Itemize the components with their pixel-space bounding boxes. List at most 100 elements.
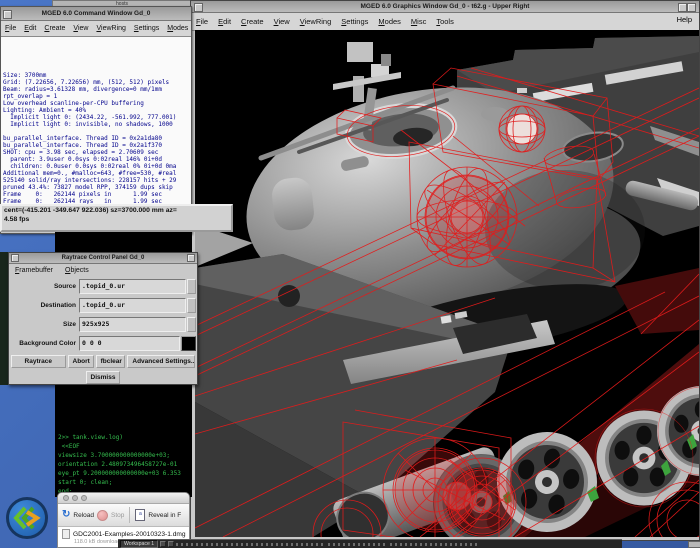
graphics-window: MGED 6.0 Graphics Window Gd_0 - t62.g - … bbox=[190, 0, 700, 541]
background-color-label: Background Color bbox=[10, 340, 79, 347]
source-menu-nub[interactable] bbox=[187, 279, 196, 294]
fps-status: 4.58 fps bbox=[4, 216, 229, 223]
raytrace-panel-menubar: FramebufferObjects bbox=[9, 264, 197, 277]
source-field[interactable]: .topid_0.ur bbox=[79, 279, 186, 294]
toolbar-divider bbox=[129, 507, 130, 523]
destination-field[interactable]: .topid_0.ur bbox=[79, 298, 186, 313]
terminal-line: viewsize 3.700000000000000e+03; bbox=[58, 451, 192, 460]
logo-arrows-icon bbox=[9, 500, 45, 536]
window-menu-icon[interactable] bbox=[11, 254, 19, 262]
graphics-window-title: MGED 6.0 Graphics Window Gd_0 - t62.g - … bbox=[361, 3, 530, 10]
dismiss-button[interactable]: Dismiss bbox=[86, 371, 121, 384]
raytrace-panel-title: Raytrace Control Panel Gd_0 bbox=[62, 255, 145, 261]
command-window: MGED 6.0 Command Window Gd_0 FileEditCre… bbox=[0, 6, 192, 234]
menu-item[interactable]: ViewRing bbox=[295, 15, 337, 28]
console-line: Beam: radius=3.61328 mm, divergence=0 mm… bbox=[3, 86, 191, 93]
raytrace-button[interactable]: Raytrace bbox=[11, 355, 66, 368]
command-window-titlebar[interactable]: MGED 6.0 Command Window Gd_0 bbox=[1, 7, 191, 21]
minimize-icon[interactable] bbox=[678, 3, 687, 12]
window-list-entry[interactable] bbox=[176, 543, 326, 546]
terminal-line: start 0; clean; bbox=[58, 478, 192, 487]
console-output[interactable]: Size: 3700mmGrid: (7.22656, 7.22656) mm,… bbox=[1, 37, 191, 207]
source-row: Source .topid_0.ur bbox=[9, 277, 197, 296]
menu-item[interactable]: Create bbox=[40, 23, 69, 34]
window-menu-icon[interactable] bbox=[3, 10, 12, 19]
menu-item[interactable]: Create bbox=[236, 15, 269, 28]
console-line: bu_parallel_interface. Thread ID = 0x2a1… bbox=[3, 135, 191, 142]
graphics-menubar: FileEditCreateViewViewRingSettingsModesM… bbox=[191, 13, 699, 31]
menu-item[interactable]: View bbox=[269, 15, 295, 28]
raytrace-control-panel: Raytrace Control Panel Gd_0 FramebufferO… bbox=[8, 252, 198, 385]
download-toolbar: ↻ Reload Stop a Reveal in F bbox=[58, 504, 189, 527]
menu-item[interactable]: Objects bbox=[59, 265, 95, 276]
pager-mini-window[interactable] bbox=[168, 541, 174, 547]
resize-grip[interactable] bbox=[688, 541, 700, 548]
window-menu-icon[interactable] bbox=[194, 3, 203, 12]
script-terminal[interactable]: 2>> tank.view.log) <<EOFviewsize 3.70000… bbox=[55, 385, 192, 497]
menu-item[interactable]: Framebuffer bbox=[9, 265, 59, 276]
raytrace-panel-titlebar[interactable]: Raytrace Control Panel Gd_0 bbox=[9, 253, 197, 264]
menu-item[interactable]: Modes bbox=[373, 15, 406, 28]
stop-button[interactable]: Stop bbox=[111, 512, 124, 519]
graphics-canvas[interactable] bbox=[195, 30, 699, 537]
menu-item[interactable]: Modes bbox=[163, 23, 191, 34]
menu-item[interactable]: Edit bbox=[213, 15, 236, 28]
window-list-entry[interactable] bbox=[328, 543, 388, 546]
menu-item[interactable]: Edit bbox=[20, 23, 40, 34]
console-line: Implicit light 0: invisible, no shadows,… bbox=[3, 121, 191, 128]
console-line: Lighting: Ambient = 40% bbox=[3, 107, 191, 114]
app-logo-icon[interactable] bbox=[6, 497, 48, 539]
menu-item[interactable]: View bbox=[69, 23, 92, 34]
menu-item[interactable]: Misc bbox=[406, 15, 431, 28]
download-filename: GDC2001-Examples-20010323-1.dmg bbox=[73, 531, 186, 538]
reveal-document-icon[interactable]: a bbox=[135, 509, 145, 521]
size-row: Size 925x925 bbox=[9, 315, 197, 334]
menu-item-help[interactable]: Help bbox=[672, 13, 697, 26]
menu-item[interactable]: Settings bbox=[130, 23, 163, 34]
close-icon[interactable] bbox=[63, 495, 69, 501]
download-item[interactable]: GDC2001-Examples-20010323-1.dmg bbox=[62, 529, 189, 539]
maximize-icon[interactable] bbox=[687, 3, 696, 12]
menu-item[interactable]: File bbox=[1, 23, 20, 34]
console-line bbox=[3, 128, 191, 135]
destination-row: Destination .topid_0.ur bbox=[9, 296, 197, 315]
destination-menu-nub[interactable] bbox=[187, 298, 196, 313]
reveal-button[interactable]: Reveal in F bbox=[148, 512, 181, 519]
workspace-pager[interactable]: Workspace 1 bbox=[120, 540, 158, 548]
menu-item[interactable]: File bbox=[191, 15, 213, 28]
abort-button[interactable]: Abort bbox=[68, 355, 94, 368]
command-window-title: MGED 6.0 Command Window Gd_0 bbox=[42, 10, 151, 17]
stop-icon[interactable] bbox=[97, 510, 108, 521]
console-line: bu_parallel_interface. Thread ID = 0x2a1… bbox=[3, 142, 191, 149]
fbclear-button[interactable]: fbclear bbox=[96, 355, 126, 368]
minimize-icon[interactable] bbox=[72, 495, 78, 501]
window-edge bbox=[0, 252, 8, 385]
console-line: rpt_overlap = 1 bbox=[3, 93, 191, 100]
tank-render bbox=[195, 30, 699, 537]
pager-mini-window[interactable] bbox=[160, 541, 166, 547]
menu-item[interactable]: Tools bbox=[431, 15, 459, 28]
graphics-window-titlebar[interactable]: MGED 6.0 Graphics Window Gd_0 - t62.g - … bbox=[191, 1, 699, 13]
console-line: Low overhead scanline-per-CPU buffering bbox=[3, 100, 191, 107]
reload-button[interactable]: Reload bbox=[73, 512, 94, 519]
zoom-icon[interactable] bbox=[81, 495, 87, 501]
desktop: hosts MGED 6.0 Graphics Window Gd_0 - t6… bbox=[0, 0, 700, 548]
download-window-titlebar[interactable] bbox=[58, 493, 189, 504]
window-list-entry[interactable] bbox=[390, 543, 480, 546]
menu-item[interactable]: ViewRing bbox=[92, 23, 129, 34]
size-menu-nub[interactable] bbox=[187, 317, 196, 332]
reload-icon[interactable]: ↻ bbox=[62, 510, 70, 520]
size-field[interactable]: 925x925 bbox=[79, 317, 186, 332]
size-label: Size bbox=[10, 321, 79, 328]
console-line: pruned 43.4%: 73827 model RPP, 374159 du… bbox=[3, 184, 191, 191]
status-bar: cent=(-415.201 -349.647 922.036) sz=3700… bbox=[0, 204, 233, 232]
command-menubar: FileEditCreateViewViewRingSettingsModes bbox=[1, 21, 191, 37]
file-listing-terminal[interactable]: -rw-r----- 1 sean staff 60-rw-r----- 1 s… bbox=[55, 232, 192, 253]
console-line: Size: 3700mm bbox=[3, 72, 191, 79]
menu-item[interactable]: Settings bbox=[336, 15, 373, 28]
console-line: Implicit light 0: (2434.22, -561.992, 77… bbox=[3, 114, 191, 121]
advanced-settings-button[interactable]: Advanced Settings.. bbox=[127, 355, 195, 368]
background-color-field[interactable]: 0 0 0 bbox=[79, 336, 180, 351]
color-swatch-button[interactable] bbox=[181, 336, 196, 351]
maximize-icon[interactable] bbox=[187, 254, 195, 262]
